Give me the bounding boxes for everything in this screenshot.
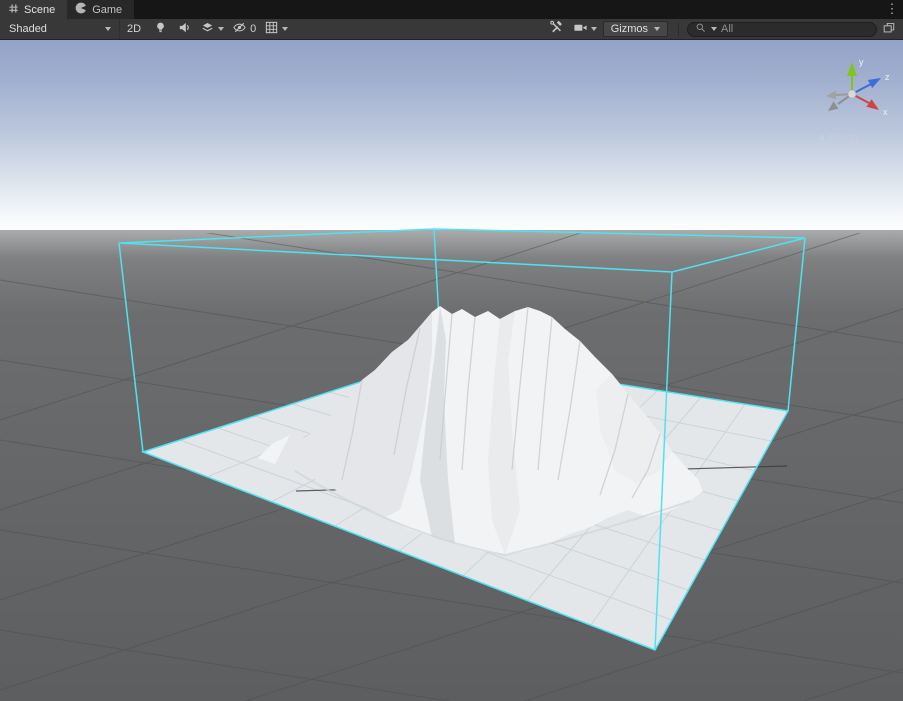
scene-camera-settings-button[interactable] [570, 21, 600, 38]
view-tab-bar: Scene Game ⋮ [0, 0, 903, 19]
tab-game[interactable]: Game [67, 0, 134, 19]
chevron-down-icon[interactable] [218, 27, 224, 31]
camera-icon [573, 20, 588, 38]
grid-icon [264, 20, 279, 38]
scene-toolbar: Shaded 2D 0 [0, 19, 903, 40]
z-axis-label: z [885, 72, 890, 82]
chevron-down-icon[interactable] [282, 27, 288, 31]
overlay-popout-button[interactable] [878, 21, 900, 38]
tab-scene[interactable]: Scene [0, 0, 67, 19]
negative-axis-cone[interactable] [826, 91, 836, 100]
chevron-down-icon [654, 27, 660, 31]
scene-viewport[interactable]: y z x Persp [0, 40, 903, 701]
grid-visibility-button[interactable] [261, 21, 291, 38]
scene-grid-icon [8, 3, 19, 17]
projection-label: Persp [829, 132, 858, 144]
effects-layers-icon [200, 20, 215, 38]
scene-search-field[interactable]: All [687, 22, 877, 37]
z-axis-cone[interactable] [868, 78, 881, 88]
chevron-down-icon [105, 27, 111, 31]
scene-tools-button[interactable] [546, 21, 568, 38]
tab-game-label: Game [92, 4, 122, 16]
scene-effects-button[interactable] [197, 21, 227, 38]
negative-axis-cone[interactable] [828, 101, 838, 111]
orientation-gizmo[interactable]: y z x [812, 48, 896, 126]
hidden-count-label: 0 [250, 23, 256, 35]
lightbulb-icon [153, 20, 168, 38]
search-value: All [721, 23, 733, 35]
draw-mode-dropdown[interactable]: Shaded [2, 19, 120, 39]
x-axis-label: x [883, 107, 888, 117]
search-filter-chevron-icon[interactable] [711, 27, 717, 31]
2d-toggle-button[interactable]: 2D [121, 21, 147, 38]
game-controller-icon [75, 2, 87, 17]
eye-off-icon [232, 20, 247, 38]
hidden-objects-button[interactable]: 0 [229, 21, 259, 38]
chevron-left-icon [818, 134, 824, 142]
scene-3d-canvas[interactable] [0, 40, 903, 701]
popout-window-icon [882, 21, 896, 38]
toolbar-separator [678, 23, 679, 36]
unity-editor-window: Scene Game ⋮ Shaded 2D [0, 0, 903, 701]
speaker-icon [177, 20, 192, 38]
y-axis-cone[interactable] [847, 62, 857, 76]
draw-mode-label: Shaded [9, 23, 47, 35]
projection-toggle[interactable]: Persp [818, 132, 858, 144]
scene-lighting-button[interactable] [149, 21, 171, 38]
search-icon [695, 22, 707, 37]
gizmos-label: Gizmos [611, 23, 648, 35]
gizmo-center-ball[interactable] [848, 90, 856, 98]
y-axis-label: y [859, 57, 864, 67]
wrench-hammer-icon [549, 20, 564, 38]
toolbar-right-group: Gizmos All [545, 21, 901, 38]
chevron-down-icon[interactable] [591, 27, 597, 31]
tab-options-icon[interactable]: ⋮ [885, 1, 899, 17]
gizmos-dropdown[interactable]: Gizmos [603, 21, 668, 37]
x-axis-cone[interactable] [866, 99, 879, 110]
scene-audio-button[interactable] [173, 21, 195, 38]
tab-scene-label: Scene [24, 4, 55, 16]
